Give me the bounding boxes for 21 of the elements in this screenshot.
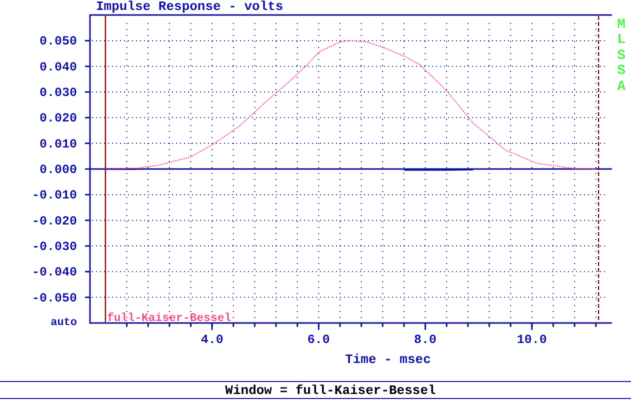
scale-mode-label: auto	[50, 317, 77, 329]
y-tick-label: -0.010	[32, 188, 77, 203]
x-tick-label: 4.0	[200, 333, 224, 347]
axis-label: Time - msec	[345, 352, 431, 367]
y-tick-label: -0.040	[32, 266, 77, 280]
y-tick-label: 0.020	[39, 112, 77, 126]
y-tick-label: -0.030	[32, 240, 77, 254]
x-tick-label: 6.0	[307, 333, 330, 347]
y-tick-label: 0.010	[39, 137, 77, 152]
y-tick-label: 0.000	[39, 163, 77, 177]
legend-label: full-Kaiser-Bessel	[107, 312, 232, 325]
y-tick-label: 0.040	[39, 60, 77, 74]
brand-label: MLSSA	[617, 18, 626, 97]
x-tick-label: 8.0	[414, 333, 437, 347]
y-tick-label: 0.050	[39, 34, 77, 49]
y-tick-label: -0.050	[32, 291, 77, 306]
status-text: Window = full-Kaiser-Bessel	[225, 382, 436, 398]
chart-title: Impulse Response - volts	[95, 0, 284, 14]
y-tick-label: -0.020	[32, 214, 77, 228]
x-tick-label: 10.0	[516, 333, 547, 347]
y-tick-label: 0.030	[39, 86, 77, 100]
